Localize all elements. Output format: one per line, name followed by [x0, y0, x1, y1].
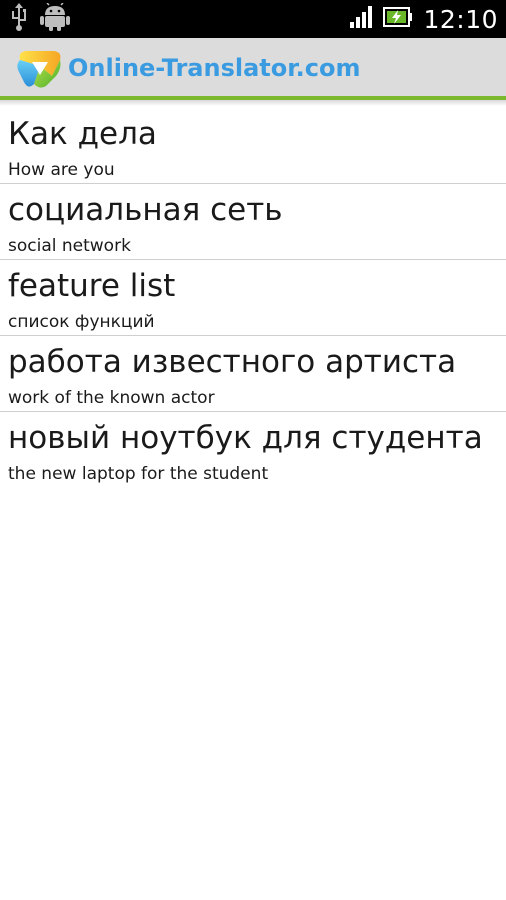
- source-text: новый ноутбук для студента: [8, 420, 483, 456]
- list-item[interactable]: feature list список функций: [0, 260, 506, 336]
- list-item[interactable]: работа известного артиста work of the kno…: [0, 336, 506, 412]
- notification-icons: [10, 2, 70, 35]
- translation-text: work of the known actor: [8, 388, 215, 408]
- battery-charging-icon: [383, 5, 413, 33]
- list-item[interactable]: социальная сеть social network: [0, 184, 506, 260]
- translation-text: the new laptop for the student: [8, 464, 269, 484]
- android-debug-icon: [40, 2, 70, 35]
- signal-icon: [349, 5, 373, 33]
- app-bar-shadow: [0, 100, 506, 106]
- translation-text: social network: [8, 236, 131, 256]
- source-text: Как дела: [8, 116, 157, 152]
- list-item[interactable]: Как дела How are you: [0, 108, 506, 184]
- status-bar: 12:10: [0, 0, 506, 38]
- source-text: feature list: [8, 268, 176, 304]
- translation-history-list: Как дела How are you социальная сеть social…: [0, 108, 506, 488]
- list-item[interactable]: новый ноутбук для студента the new laptop…: [0, 412, 506, 488]
- source-text: работа известного артиста: [8, 344, 457, 380]
- source-text: социальная сеть: [8, 192, 283, 228]
- system-icons: 12:10: [349, 0, 498, 38]
- app-bar: Online-Translator.com: [0, 38, 506, 100]
- translation-text: список функций: [8, 312, 155, 332]
- translation-text: How are you: [8, 160, 115, 180]
- usb-icon: [10, 3, 28, 35]
- app-title: Online-Translator.com: [68, 54, 361, 82]
- app-logo-icon: [16, 46, 64, 90]
- clock: 12:10: [423, 4, 498, 34]
